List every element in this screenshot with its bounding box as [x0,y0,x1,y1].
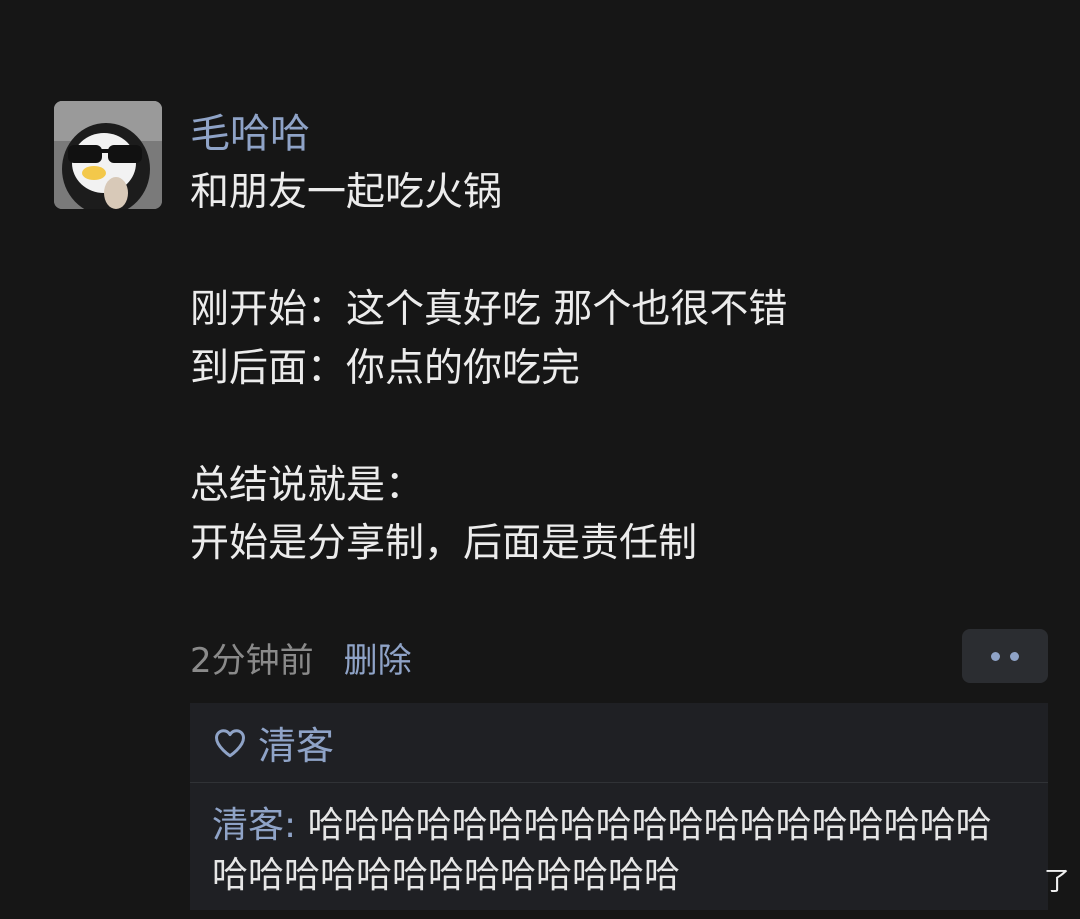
post-line: 和朋友一起吃火锅 [190,170,503,215]
likes-row: 清客 [190,703,1048,783]
post-line: 总结说就是： [190,462,425,508]
penguin-sunglasses-icon [54,101,162,209]
avatar[interactable] [54,101,162,209]
comment-text: 哈哈哈哈哈哈哈哈哈哈哈哈哈哈哈哈哈哈哈哈哈哈哈哈哈哈哈哈哈哈哈哈 [212,805,992,896]
more-dot-icon [991,651,1000,661]
post-content: 和朋友一起吃火锅 刚开始：这个真好吃 那个也很不错 到后面：你点的你吃完 总结说… [190,164,1050,574]
post-line-blank [190,398,1050,457]
post: 毛哈哈 和朋友一起吃火锅 刚开始：这个真好吃 那个也很不错 到后面：你点的你吃完… [190,104,1050,574]
comment-item[interactable]: 清客: 哈哈哈哈哈哈哈哈哈哈哈哈哈哈哈哈哈哈哈哈哈哈哈哈哈哈哈哈哈哈哈哈 [190,783,1048,901]
post-meta: 2分钟前 删除 [190,630,412,684]
liker-name[interactable]: 清客 [258,715,334,770]
comment-author[interactable]: 清客 [212,805,284,846]
post-line: 刚开始：这个真好吃 那个也很不错 [190,287,788,332]
corner-character: 了 [1043,867,1070,897]
post-line: 开始是分享制，后面是责任制 [190,521,698,566]
comment-fade-overlay [190,901,1048,919]
comment-panel: 清客 清客: 哈哈哈哈哈哈哈哈哈哈哈哈哈哈哈哈哈哈哈哈哈哈哈哈哈哈哈哈哈哈哈哈 [190,703,1048,910]
comment-separator: : [284,805,308,846]
post-line: 到后面：你点的你吃完 [190,345,581,391]
more-dot-icon [1010,651,1019,661]
delete-button[interactable]: 删除 [344,633,412,682]
post-username[interactable]: 毛哈哈 [190,104,1050,164]
post-timestamp: 2分钟前 [190,640,314,681]
more-options-button[interactable] [962,629,1048,683]
heart-icon [215,728,245,757]
post-line-blank [190,223,1050,282]
